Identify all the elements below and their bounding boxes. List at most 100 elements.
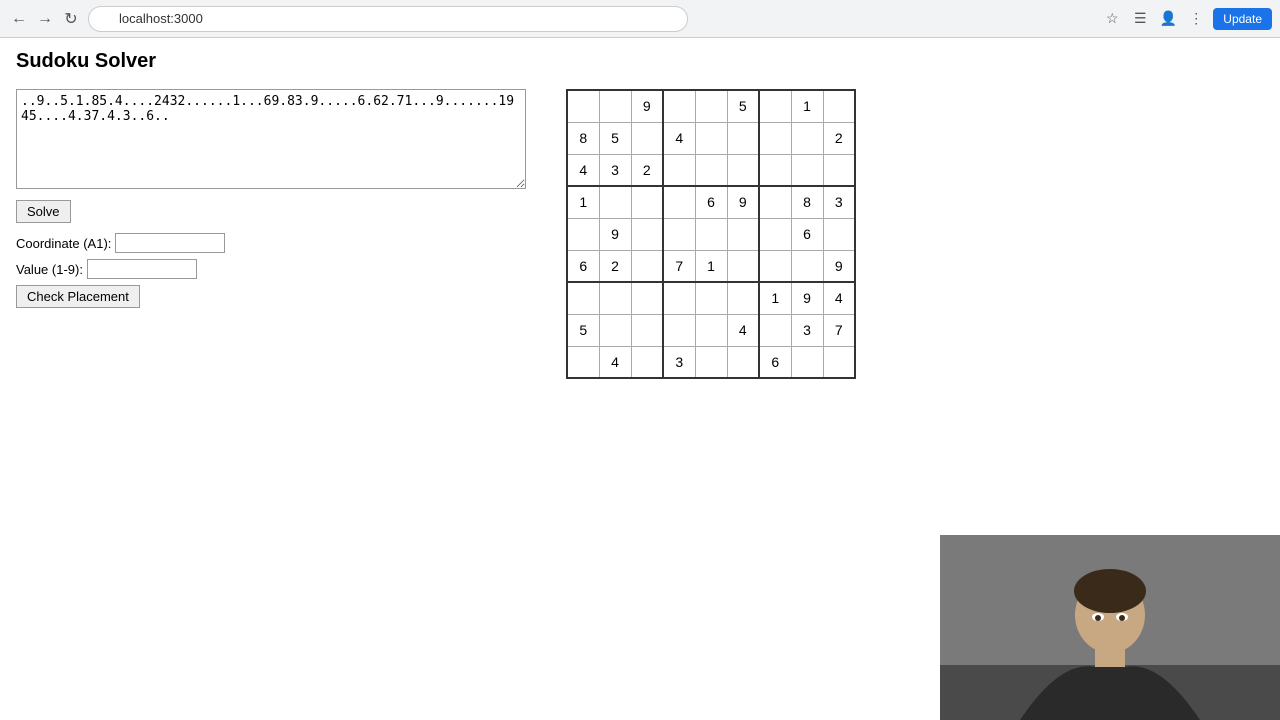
value-label: Value (1-9): [16, 262, 83, 277]
sudoku-cell: 4 [727, 314, 759, 346]
sudoku-cell [759, 154, 791, 186]
sudoku-cell: 1 [791, 90, 823, 122]
sudoku-cell: 4 [599, 346, 631, 378]
sudoku-cell [695, 122, 727, 154]
sudoku-cell [695, 346, 727, 378]
sudoku-cell [663, 90, 695, 122]
sudoku-cell: 3 [791, 314, 823, 346]
sudoku-cell: 9 [727, 186, 759, 218]
extensions-icon[interactable]: ☰ [1129, 8, 1151, 30]
sudoku-cell: 1 [567, 186, 599, 218]
sudoku-cell [727, 282, 759, 314]
sudoku-cell: 3 [823, 186, 855, 218]
coordinate-input[interactable] [115, 233, 225, 253]
left-panel: Solve Coordinate (A1): Value (1-9): Chec… [16, 89, 526, 308]
sudoku-cell [631, 282, 663, 314]
sudoku-cell: 6 [695, 186, 727, 218]
textarea-wrapper [16, 89, 526, 192]
sudoku-cell [759, 218, 791, 250]
sudoku-cell: 6 [567, 250, 599, 282]
sudoku-cell: 5 [567, 314, 599, 346]
sudoku-cell [791, 122, 823, 154]
sudoku-grid: 95185424321698396627191945437436 [566, 89, 856, 379]
sudoku-cell: 8 [567, 122, 599, 154]
main-layout: Solve Coordinate (A1): Value (1-9): Chec… [16, 89, 1264, 379]
sudoku-cell [695, 90, 727, 122]
nav-buttons: ← → ↻ [8, 8, 82, 30]
sudoku-cell [759, 90, 791, 122]
reload-button[interactable]: ↻ [60, 8, 82, 30]
sudoku-cell [823, 90, 855, 122]
video-placeholder [940, 535, 1280, 720]
sudoku-cell: 5 [599, 122, 631, 154]
sudoku-cell [759, 186, 791, 218]
check-placement-button[interactable]: Check Placement [16, 285, 140, 308]
sudoku-cell [599, 282, 631, 314]
sudoku-cell [567, 282, 599, 314]
sudoku-cell [663, 314, 695, 346]
update-button[interactable]: Update [1213, 8, 1272, 30]
sudoku-cell [791, 250, 823, 282]
sudoku-cell [791, 346, 823, 378]
sudoku-cell [695, 218, 727, 250]
sudoku-cell [599, 186, 631, 218]
sudoku-cell [791, 154, 823, 186]
sudoku-cell: 6 [791, 218, 823, 250]
sudoku-cell [567, 218, 599, 250]
address-bar[interactable]: localhost:3000 [88, 6, 688, 32]
sudoku-cell [727, 250, 759, 282]
sudoku-cell: 1 [759, 282, 791, 314]
bookmark-icon[interactable]: ☆ [1101, 8, 1123, 30]
sudoku-cell [599, 90, 631, 122]
sudoku-cell: 4 [567, 154, 599, 186]
sudoku-cell [631, 250, 663, 282]
sudoku-cell: 5 [727, 90, 759, 122]
page-content: Sudoku Solver Solve Coordinate (A1): Val… [0, 38, 1280, 391]
sudoku-cell [727, 218, 759, 250]
sudoku-cell: 4 [663, 122, 695, 154]
sudoku-cell: 3 [599, 154, 631, 186]
sudoku-cell [631, 218, 663, 250]
forward-button[interactable]: → [34, 8, 56, 30]
sudoku-cell: 2 [599, 250, 631, 282]
sudoku-cell: 9 [599, 218, 631, 250]
back-button[interactable]: ← [8, 8, 30, 30]
sudoku-cell [631, 122, 663, 154]
sudoku-cell [631, 314, 663, 346]
sudoku-cell [759, 122, 791, 154]
video-feed [940, 535, 1280, 720]
sudoku-cell [823, 218, 855, 250]
sudoku-cell: 8 [791, 186, 823, 218]
browser-chrome: ← → ↻ localhost:3000 ☆ ☰ 👤 ⋮ Update [0, 0, 1280, 38]
sudoku-cell: 2 [631, 154, 663, 186]
sudoku-cell: 7 [663, 250, 695, 282]
sudoku-cell [759, 250, 791, 282]
sudoku-cell: 9 [823, 250, 855, 282]
coordinate-label: Coordinate (A1): [16, 236, 111, 251]
sudoku-cell: 9 [631, 90, 663, 122]
sudoku-cell [631, 186, 663, 218]
profile-icon[interactable]: 👤 [1157, 8, 1179, 30]
video-overlay [940, 535, 1280, 720]
value-row: Value (1-9): [16, 259, 526, 279]
solve-button[interactable]: Solve [16, 200, 71, 223]
sudoku-cell [759, 314, 791, 346]
sudoku-cell [695, 154, 727, 186]
value-input[interactable] [87, 259, 197, 279]
sudoku-cell: 3 [663, 346, 695, 378]
sudoku-cell: 4 [823, 282, 855, 314]
sudoku-input[interactable] [16, 89, 526, 189]
sudoku-cell [663, 218, 695, 250]
coordinate-row: Coordinate (A1): [16, 233, 526, 253]
sudoku-cell [823, 154, 855, 186]
sudoku-cell: 1 [695, 250, 727, 282]
sudoku-cell [567, 90, 599, 122]
sudoku-cell: 6 [759, 346, 791, 378]
sudoku-cell [727, 154, 759, 186]
settings-icon[interactable]: ⋮ [1185, 8, 1207, 30]
sudoku-cell [823, 346, 855, 378]
page-title: Sudoku Solver [16, 50, 1264, 73]
sudoku-cell: 2 [823, 122, 855, 154]
sudoku-cell [695, 314, 727, 346]
sudoku-cell [695, 282, 727, 314]
